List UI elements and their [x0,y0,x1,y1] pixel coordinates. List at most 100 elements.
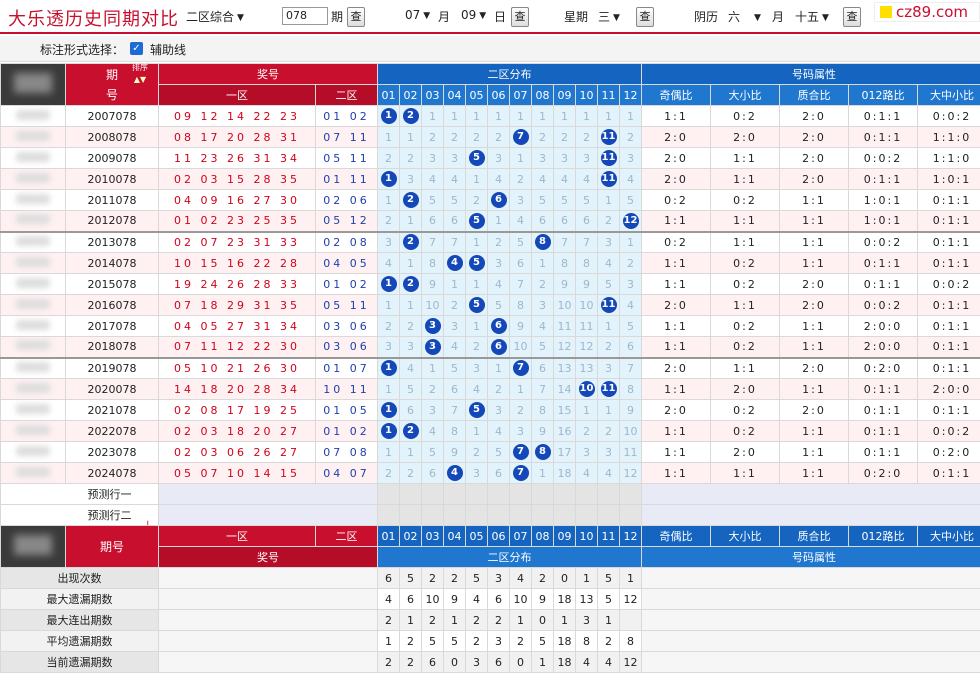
attr-cell: 0:1:1 [848,441,918,463]
hit-ball: 6 [490,318,507,334]
attr-cell: 2:0 [710,126,780,148]
dist-cell: 11 [619,441,642,463]
query-button-lunar[interactable]: 查 [843,7,861,27]
hit-ball: 3 [424,338,441,355]
prediction-cell[interactable] [443,504,466,526]
stat-value: 1 [531,651,554,673]
prediction-cell[interactable] [421,483,444,505]
attr-cell: 1:1 [641,378,711,400]
dist-cell: 3 [575,147,598,169]
prediction-cell[interactable] [509,483,532,505]
filter-label: 标注形式选择： [40,43,125,57]
hit-ball: 11 [600,129,617,145]
dist-cell: 6 [421,462,444,484]
dist-cell: 1 [465,168,488,190]
hit-ball: 7 [512,444,529,460]
site-logo[interactable]: cz89.com [874,2,980,22]
prediction-cell[interactable] [377,504,400,526]
table-row: 2019078 05 10 21 26 30 01 07 1 4 1 5 3 1 7 6 13 13 3 7… [0,356,980,379]
prediction-input[interactable] [158,483,378,505]
dist-cell: 10 [509,336,532,358]
stat-value: 18 [553,630,576,652]
avatar [0,105,66,127]
hit-ball: 7 [512,360,529,377]
week-select[interactable]: 三 ▼ [598,8,620,26]
prediction-cell[interactable] [421,504,444,526]
prediction-cell[interactable] [509,504,532,526]
hit-ball: 1 [380,360,397,377]
attr-cell: 1:1 [779,189,849,211]
prediction-cell[interactable] [597,504,620,526]
attr-cell: 0:1:1 [917,336,980,358]
lunar-month-select[interactable]: 六 ▼ [728,8,761,26]
hit-ball: 7 [512,465,529,481]
query-button-issue[interactable]: 查 [347,7,365,27]
zone2-header: 二区 [315,84,378,106]
dist-cell: 9 [443,441,466,463]
prediction-cell[interactable] [465,504,488,526]
dist-cell: 2 [421,126,444,148]
prediction-cell[interactable] [597,483,620,505]
stat-value: 2 [399,630,422,652]
sort-icon[interactable]: ▲▼ [134,75,146,84]
prediction-cell[interactable] [531,483,554,505]
prediction-cell[interactable] [619,483,642,505]
dist-cell: 1 [399,294,422,316]
front-numbers: 02 07 23 31 33 [158,230,316,253]
table-row: 2018078 07 11 12 22 30 03 06 3 3 3 4 2 6 10 5 12 12 2… [0,336,980,358]
prediction-cell[interactable] [553,504,576,526]
attr-cell: 1:1 [641,252,711,274]
prediction-input[interactable] [158,504,378,526]
month-select[interactable]: 07 ▼ [405,8,430,26]
prediction-cell[interactable] [399,483,422,505]
lunar-day-select[interactable]: 十五 ▼ [795,8,829,26]
prediction-cell[interactable] [443,483,466,505]
dist-cell: 13 [553,356,576,379]
zone-select[interactable]: 二区综合 ▼ [186,8,244,26]
dist-cell: 3 [377,336,400,358]
hit-ball: 5 [468,150,485,166]
prediction-cell[interactable] [575,504,598,526]
issue-cell: 2019078 [65,356,159,379]
prediction-cell[interactable] [487,483,510,505]
attr-cell: 1:1:0 [917,126,980,148]
prediction-cell[interactable] [377,483,400,505]
prediction-cell[interactable] [575,483,598,505]
back-numbers: 02 08 [315,230,378,253]
dist-cell: 5 [465,252,488,274]
front-numbers: 11 23 26 31 34 [158,147,316,169]
query-button-date[interactable]: 查 [511,7,529,27]
issue-input[interactable]: 078 [282,7,328,25]
dist-col-footer: 11 [597,525,620,547]
dist-cell: 3 [399,336,422,358]
query-button-week[interactable]: 查 [636,7,654,27]
attr-col-header: 奇偶比 [641,84,711,106]
dist-cell: 5 [421,441,444,463]
blurred-image [16,466,50,477]
avatar [0,189,66,211]
dist-cell: 1 [399,126,422,148]
dist-cell: 8 [531,399,554,421]
prediction-cell[interactable] [619,504,642,526]
prediction-cell[interactable] [531,504,554,526]
front-numbers: 14 18 20 28 34 [158,378,316,400]
dist-cell: 12 [553,336,576,358]
front-numbers: 02 03 06 26 27 [158,441,316,463]
hit-ball: 6 [490,338,507,355]
prediction-cell[interactable] [553,483,576,505]
dist-cell: 1 [421,105,444,127]
checkbox-auxiliary-line[interactable]: ✓ [130,42,143,55]
dist-cell: 9 [509,315,532,337]
prediction-cell[interactable] [487,504,510,526]
prediction-cell[interactable] [465,483,488,505]
dist-cell: 3 [619,147,642,169]
lunar-label: 阴历 [694,10,719,24]
day-select[interactable]: 09 ▼ [461,8,486,26]
attr-col-header: 大中小比 [917,84,980,106]
issue-cell: 2008078 [65,126,159,148]
issue-header[interactable]: 期号 排序 ▲▼ [65,63,159,106]
table-row: 2015078 19 24 26 28 33 01 02 1 2 9 1 1 4 7 2 9 9 5 3 1:… [0,273,980,295]
hit-ball: 2 [402,192,419,208]
attr-cell: 2:0 [641,147,711,169]
prediction-cell[interactable] [399,504,422,526]
